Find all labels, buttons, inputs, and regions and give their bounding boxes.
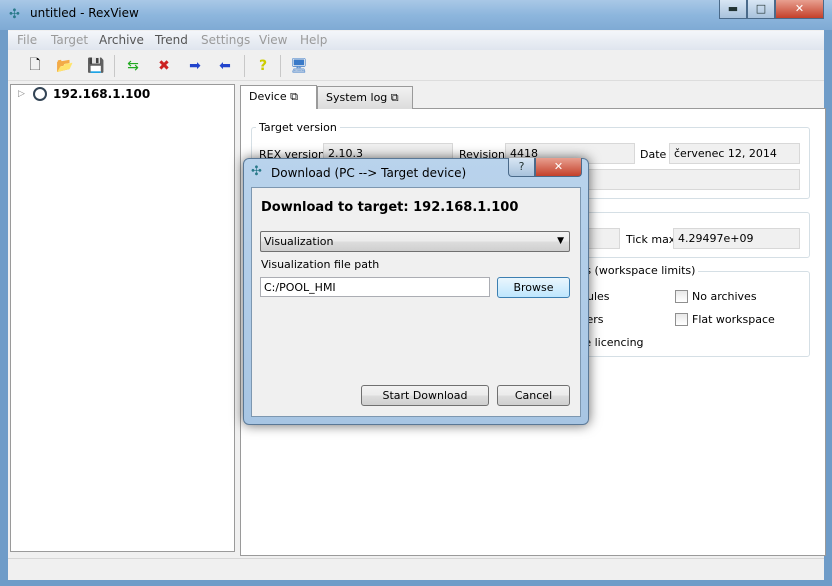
no-archives-label: No archives	[692, 290, 757, 303]
path-label: Visualization file path	[261, 258, 380, 271]
download-type-select[interactable]: Visualization ▼	[260, 231, 570, 252]
group-label: Target version	[256, 121, 340, 134]
dialog-help-button[interactable]: ?	[508, 158, 535, 177]
tab-system-log[interactable]: System log ⧉	[317, 86, 413, 109]
menu-target[interactable]: Target	[51, 33, 88, 47]
upload-icon[interactable]: ⬅	[214, 55, 236, 77]
dialog-heading: Download to target: 192.168.1.100	[261, 200, 519, 215]
popout-icon[interactable]: ⧉	[391, 91, 399, 104]
connect-icon[interactable]: ⇆	[122, 55, 144, 77]
new-icon[interactable]: 🗋	[24, 55, 46, 77]
menu-file[interactable]: File	[17, 33, 37, 47]
no-archives-checkbox[interactable]	[675, 290, 688, 303]
close-button[interactable]: ✕	[775, 0, 824, 19]
flat-workspace-label: Flat workspace	[692, 313, 775, 326]
cancel-button[interactable]: Cancel	[497, 385, 570, 406]
monitor-icon[interactable]: 🖥	[288, 55, 310, 77]
chevron-down-icon: ▼	[557, 236, 564, 246]
tick-max-field: 4.29497e+09	[673, 228, 800, 249]
menu-settings[interactable]: Settings	[201, 33, 250, 47]
popout-icon[interactable]: ⧉	[290, 90, 298, 103]
dialog-body	[251, 187, 581, 417]
tab-label: System log	[326, 91, 388, 104]
window-title: untitled - RexView	[30, 6, 139, 20]
app-icon: ✣	[251, 164, 262, 179]
tab-device[interactable]: Device ⧉	[240, 85, 317, 109]
tick-max-label: Tick max	[626, 233, 676, 246]
start-download-button[interactable]: Start Download	[361, 385, 489, 406]
selected-value: Visualization	[264, 235, 334, 248]
disconnect-icon[interactable]: ✖	[153, 55, 175, 77]
download-icon[interactable]: ➡	[184, 55, 206, 77]
tab-label: Device	[249, 90, 287, 103]
app-icon: ✣	[9, 7, 20, 22]
expand-arrow-icon[interactable]: ▷	[18, 89, 25, 99]
licencing-label: te licencing	[580, 336, 644, 349]
target-device-icon	[33, 87, 47, 101]
dialog-title: Download (PC --> Target device)	[271, 166, 467, 180]
date-field: červenec 12, 2014	[669, 143, 800, 164]
help-icon[interactable]: ?	[252, 55, 274, 77]
menu-view[interactable]: View	[259, 33, 287, 47]
platform-field: : 3.x	[560, 169, 800, 190]
path-input[interactable]	[260, 277, 490, 297]
flat-workspace-checkbox[interactable]	[675, 313, 688, 326]
maximize-button[interactable]: □	[747, 0, 775, 19]
menu-help[interactable]: Help	[300, 33, 327, 47]
menu-archive[interactable]: Archive	[99, 33, 144, 47]
menu-trend[interactable]: Trend	[155, 33, 188, 47]
target-tree	[10, 84, 235, 552]
browse-button[interactable]: Browse	[497, 277, 570, 298]
dialog-close-button[interactable]: ✕	[535, 158, 582, 177]
open-icon[interactable]: 📂	[54, 55, 76, 77]
date-label: Date	[640, 148, 667, 161]
status-bar	[8, 558, 824, 580]
minimize-button[interactable]: ▬	[719, 0, 747, 19]
tree-node-target[interactable]: 192.168.1.100	[53, 87, 150, 101]
save-icon[interactable]: 💾	[85, 55, 107, 77]
